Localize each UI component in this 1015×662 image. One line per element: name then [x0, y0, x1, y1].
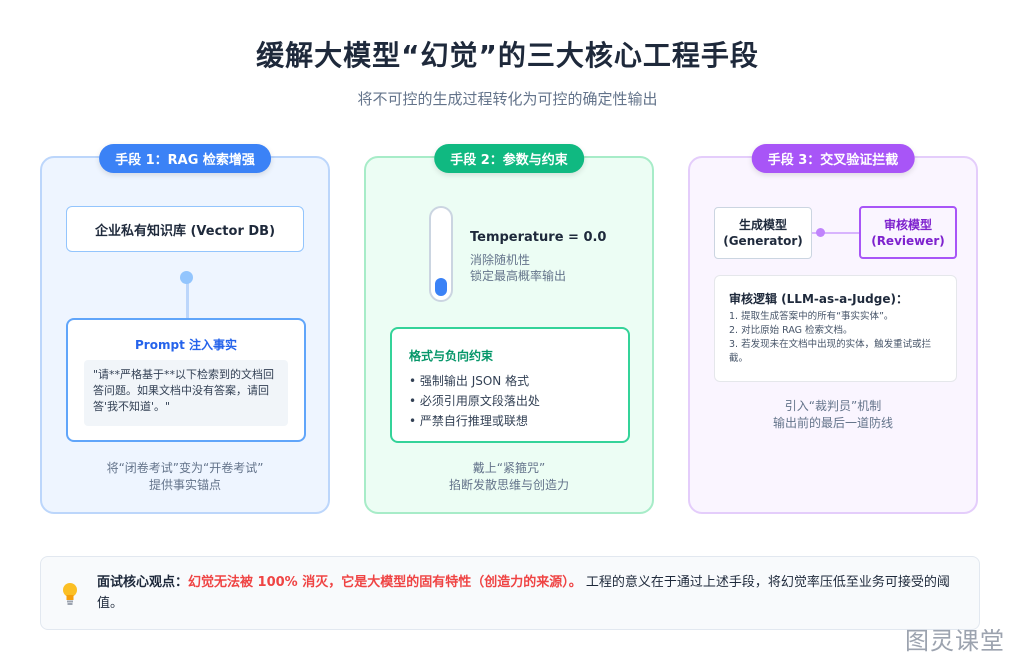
rag-caption-line1: 将“闭卷考试”变为“开卷考试” [106, 461, 264, 475]
temperature-desc-line1: 消除随机性 [470, 253, 531, 267]
format-constraint-box: 格式与负向约束 • 强制输出 JSON 格式 • 必须引用原文段落出处 • 严禁… [390, 327, 630, 443]
verify-pill: 手段 3：交叉验证拦截 [751, 144, 915, 173]
temperature-desc: 消除随机性 锁定最高概率输出 [470, 252, 566, 284]
page-title: 缓解大模型“幻觉”的三大核心工程手段 [256, 39, 759, 72]
generator-box: 生成模型 (Generator) [714, 207, 812, 259]
connector-line [186, 278, 189, 320]
temperature-gauge [429, 206, 453, 302]
params-panel: 手段 2：参数与约束 Temperature = 0.0 消除随机性 锁定最高概… [364, 144, 654, 514]
format-item: • 必须引用原文段落出处 [409, 394, 540, 408]
format-list: • 强制输出 JSON 格式 • 必须引用原文段落出处 • 严禁自行推理或联想 [409, 371, 540, 431]
watermark: 图灵课堂 [905, 627, 1005, 655]
verify-caption-line1: 引入“裁判员”机制 [784, 399, 882, 413]
key-insight-text: 面试核心观点：幻觉无法被 100% 消灭，它是大模型的固有特性（创造力的来源）。… [97, 572, 967, 614]
generator-label: 生成模型 [738, 218, 787, 232]
prompt-quote: "请**严格基于**以下检索到的文档回答问题。如果文档中没有答案，请回答'我不知… [84, 360, 288, 426]
rag-panel: 手段 1：RAG 检索增强 企业私有知识库 (Vector DB) Prompt… [40, 144, 330, 514]
rag-pill: 手段 1：RAG 检索增强 [99, 144, 271, 173]
logic-list: 1. 提取生成答案中的所有“事实实体”。 2. 对比原始 RAG 检索文档。 3… [729, 310, 947, 366]
temperature-label: Temperature = 0.0 [470, 230, 607, 245]
temperature-gauge-fill [435, 278, 447, 296]
reviewer-sublabel: (Reviewer) [871, 233, 945, 248]
params-pill: 手段 2：参数与约束 [434, 144, 584, 173]
link-dot [816, 228, 825, 237]
prompt-title: Prompt 注入事实 [135, 338, 237, 352]
review-logic-box: 审核逻辑 (LLM-as-a-Judge)： 1. 提取生成答案中的所有“事实实… [714, 275, 957, 382]
rag-caption-line2: 提供事实锚点 [148, 478, 221, 492]
logic-item: 3. 若发现未在文档中出现的实体，触发重试或拦截。 [729, 339, 932, 364]
knowledge-base-label: 企业私有知识库 (Vector DB) [94, 223, 276, 239]
logic-title: 审核逻辑 (LLM-as-a-Judge)： [729, 292, 908, 306]
reviewer-box: 审核模型 (Reviewer) [859, 206, 957, 259]
connector-dot [180, 271, 193, 284]
verify-panel: 手段 3：交叉验证拦截 生成模型 (Generator) 审核模型 (Revie… [688, 144, 978, 514]
format-item: • 强制输出 JSON 格式 [409, 374, 530, 388]
knowledge-base-box: 企业私有知识库 (Vector DB) [66, 206, 304, 252]
format-title: 格式与负向约束 [409, 349, 494, 363]
params-caption: 戴上“紧箍咒” 掐断发散思维与创造力 [366, 460, 652, 494]
verify-caption-line2: 输出前的最后一道防线 [772, 416, 893, 430]
params-caption-line1: 戴上“紧箍咒” [472, 461, 546, 475]
prompt-injection-box: Prompt 注入事实 "请**严格基于**以下检索到的文档回答问题。如果文档中… [66, 318, 306, 442]
temperature-desc-line2: 锁定最高概率输出 [470, 269, 567, 283]
key-insight-box: 面试核心观点：幻觉无法被 100% 消灭，它是大模型的固有特性（创造力的来源）。… [40, 556, 980, 630]
reviewer-label: 审核模型 [883, 217, 932, 232]
lightbulb-icon [63, 583, 77, 605]
page-subtitle: 将不可控的生成过程转化为可控的确定性输出 [357, 90, 658, 108]
rag-caption: 将“闭卷考试”变为“开卷考试” 提供事实锚点 [42, 460, 328, 494]
logic-item: 1. 提取生成答案中的所有“事实实体”。 [729, 311, 894, 322]
params-caption-line2: 掐断发散思维与创造力 [448, 478, 569, 492]
format-item: • 严禁自行推理或联想 [409, 414, 528, 428]
generator-sublabel: (Generator) [723, 234, 803, 248]
verify-caption: 引入“裁判员”机制 输出前的最后一道防线 [690, 398, 976, 432]
key-insight-lead: 面试核心观点： [97, 575, 189, 590]
key-insight-highlight: 幻觉无法被 100% 消灭，它是大模型的固有特性（创造力的来源）。 [188, 575, 582, 590]
logic-item: 2. 对比原始 RAG 检索文档。 [729, 325, 853, 336]
